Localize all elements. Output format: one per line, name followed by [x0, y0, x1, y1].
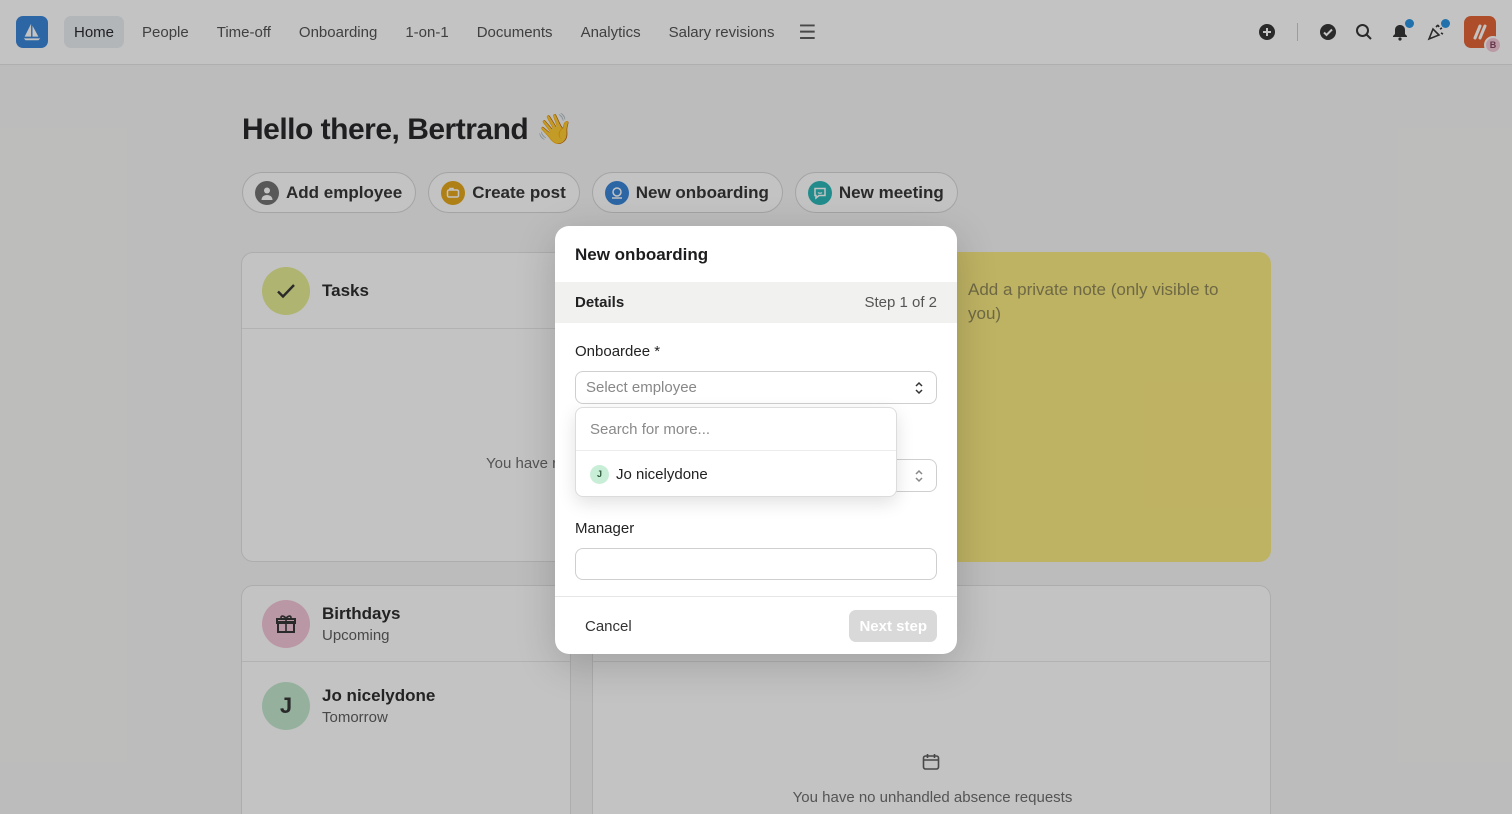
onboardee-placeholder: Select employee	[586, 379, 697, 396]
dropdown-search-input[interactable]: Search for more...	[576, 408, 896, 451]
next-step-button[interactable]: Next step	[849, 610, 937, 642]
manager-input[interactable]	[575, 548, 937, 580]
step-count: Step 1 of 2	[864, 294, 937, 311]
onboardee-label: Onboardee *	[575, 343, 661, 360]
option-avatar: J	[590, 464, 609, 484]
cancel-button[interactable]: Cancel	[575, 611, 642, 641]
step-name: Details	[575, 294, 625, 311]
step-header: Details Step 1 of 2	[555, 282, 957, 323]
chevron-up-down-icon	[915, 469, 923, 483]
modal-footer: Cancel Next step	[555, 596, 957, 654]
modal-title: New onboarding	[575, 245, 709, 264]
employee-dropdown: Search for more... J Jo nicelydone	[575, 407, 897, 497]
manager-label: Manager	[575, 520, 635, 537]
chevron-up-down-icon	[915, 381, 923, 395]
onboardee-select[interactable]: Select employee	[575, 371, 937, 404]
option-name: Jo nicelydone	[616, 465, 708, 483]
dropdown-option[interactable]: J Jo nicelydone	[576, 451, 896, 497]
